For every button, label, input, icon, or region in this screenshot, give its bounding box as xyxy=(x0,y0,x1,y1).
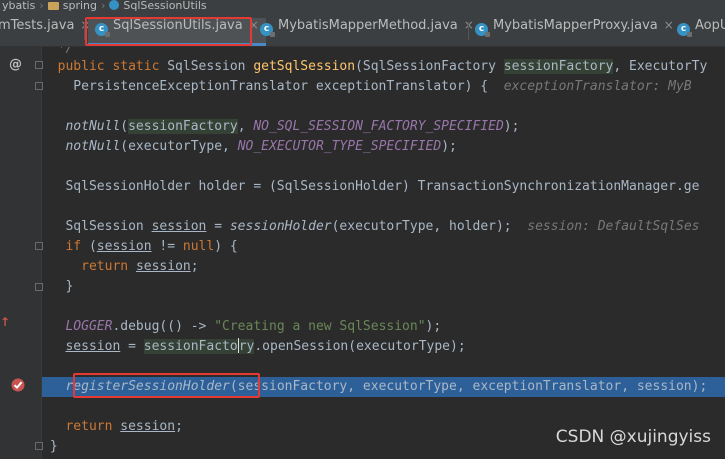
code-line-close-if: } xyxy=(65,279,74,294)
inline-hint: session: DefaultSqlSes xyxy=(527,219,700,234)
watermark: CSDN @xujingyiss xyxy=(555,427,711,447)
tab-divider xyxy=(84,22,85,40)
code-line-logger: LOGGER.debug(() -> "Creating a new SqlSe… xyxy=(65,319,442,334)
close-icon[interactable]: × xyxy=(664,18,674,32)
java-class-icon: c xyxy=(677,23,692,37)
tab-sqlsessionutils[interactable]: c SqlSessionUtils.java × xyxy=(88,18,266,46)
folder-icon xyxy=(47,2,59,10)
tab-mtests[interactable]: mTests.java × xyxy=(0,18,90,44)
step-arrow-icon: ↑ xyxy=(0,315,11,329)
code-line-register-highlighted: registerSessionHolder(sessionFactory, ex… xyxy=(42,377,725,397)
code-line-session: SqlSession session = sessionHolder(execu… xyxy=(65,219,700,234)
tab-label: MybatisMapperProxy.java xyxy=(493,18,658,33)
code-line-method-signature: public static SqlSession getSqlSession(S… xyxy=(57,59,708,74)
class-icon xyxy=(109,0,120,10)
editor-tab-bar: mTests.java × c SqlSessionUtils.java × c Myb… xyxy=(0,14,725,47)
code-line-params: PersistenceExceptionTranslator exception… xyxy=(42,79,692,94)
code-editor[interactable]: */ public static SqlSession getSqlSessio… xyxy=(42,47,725,459)
register-session-holder-call[interactable]: registerSessionHolder xyxy=(65,379,229,394)
code-line-return-early: return session; xyxy=(81,259,199,274)
java-class-icon: c xyxy=(475,23,490,37)
breadcrumb-item-class[interactable]: SqlSessionUtils xyxy=(123,0,206,12)
tab-divider xyxy=(468,22,469,40)
tab-label: SqlSessionUtils.java xyxy=(113,18,243,33)
close-icon[interactable]: × xyxy=(249,18,259,32)
code-line-notnull-factory: notNull(sessionFactory, NO_SQL_SESSION_F… xyxy=(65,119,520,134)
breadcrumb-item-spring[interactable]: spring xyxy=(63,0,97,12)
editor-gutter: @ ↑ xyxy=(0,47,43,459)
code-line-holder: SqlSessionHolder holder = (SqlSessionHol… xyxy=(65,179,700,194)
inline-hint: exceptionTranslator: MyB xyxy=(503,79,692,94)
code-line-if: if (session != null) { xyxy=(65,239,238,254)
code-line-open-session: session = sessionFactory.openSession(exe… xyxy=(65,338,466,354)
breadcrumb-separator: › xyxy=(39,0,44,12)
code-line-notnull-executor: notNull(executorType, NO_EXECUTOR_TYPE_S… xyxy=(65,139,457,154)
breadcrumb-item-mybatis[interactable]: ybatis xyxy=(2,0,35,12)
tab-mybatismapperproxy[interactable]: c MybatisMapperProxy.java × xyxy=(475,18,674,44)
tab-aopu[interactable]: cAopU xyxy=(677,18,725,44)
method-name[interactable]: getSqlSession xyxy=(253,59,355,74)
breadcrumb-separator: › xyxy=(101,0,106,12)
tab-mybatismappermethod[interactable]: cMybatisMapperMethod.java× xyxy=(260,18,474,44)
java-class-icon: c xyxy=(95,23,110,37)
tab-label: mTests.java xyxy=(0,18,75,33)
breakpoint-icon[interactable] xyxy=(10,377,26,393)
tab-label: AopU xyxy=(695,18,725,33)
annotation-icon[interactable]: @ xyxy=(9,57,22,72)
java-class-icon: c xyxy=(260,23,275,37)
breadcrumb: ybatis › spring › SqlSessionUtils xyxy=(0,0,725,14)
tab-label: MybatisMapperMethod.java xyxy=(278,18,458,33)
